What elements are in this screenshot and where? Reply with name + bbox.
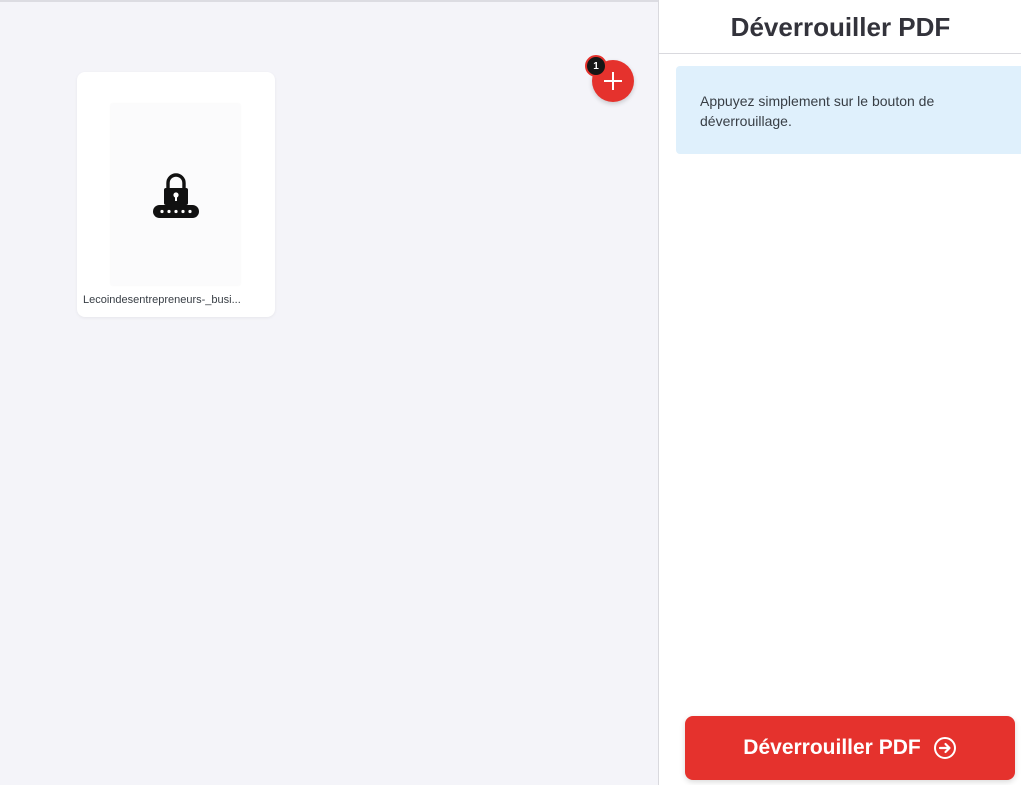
lock-password-icon: [152, 172, 199, 218]
file-count-badge: 1: [585, 55, 607, 77]
plus-icon: [604, 72, 622, 90]
arrow-right-circle-icon: [933, 736, 957, 760]
file-name: Lecoindesentrepreneurs-_busi...: [83, 294, 241, 306]
options-panel: Déverrouiller PDF Appuyez simplement sur…: [658, 0, 1021, 785]
unlock-pdf-button[interactable]: Déverrouiller PDF: [685, 716, 1015, 780]
file-card[interactable]: Lecoindesentrepreneurs-_busi...: [77, 72, 275, 317]
unlock-button-label: Déverrouiller PDF: [743, 736, 921, 759]
file-workspace: Lecoindesentrepreneurs-_busi... 1: [0, 0, 658, 785]
file-preview: [111, 104, 240, 285]
info-text: Appuyez simplement sur le bouton de déve…: [700, 93, 935, 129]
app-root: Lecoindesentrepreneurs-_busi... 1 Déverr…: [0, 0, 1021, 785]
panel-title: Déverrouiller PDF: [659, 0, 1021, 54]
info-message: Appuyez simplement sur le bouton de déve…: [676, 66, 1021, 154]
